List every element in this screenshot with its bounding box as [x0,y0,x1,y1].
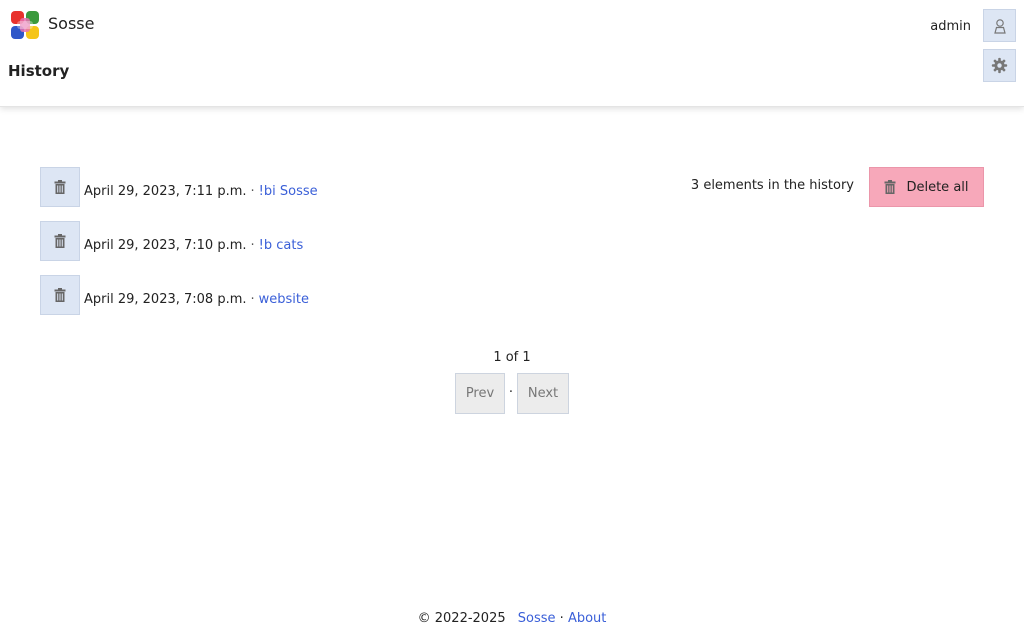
pagination-info: 1 of 1 [493,350,531,365]
history-count: 3 elements in the history [690,178,854,193]
history-date: April 29, 2023, 7:08 p.m. [84,292,247,307]
history-entry-text: April 29, 2023, 7:11 p.m. · !bi Sosse [84,184,318,200]
pagination-separator: · [508,385,514,400]
history-entry: April 29, 2023, 7:08 p.m. · website [40,275,309,315]
prev-page-button[interactable]: Prev [455,373,505,414]
delete-entry-button[interactable] [40,221,80,261]
history-entry: April 29, 2023, 7:10 p.m. · !b cats [40,221,303,261]
delete-all-button[interactable]: Delete all [869,167,984,207]
user-menu-button[interactable] [983,9,1016,42]
history-date: April 29, 2023, 7:10 p.m. [84,238,247,253]
history-query-link[interactable]: website [259,292,309,307]
trash-icon [54,180,66,194]
sosse-logo-icon[interactable] [8,8,42,42]
trash-icon [884,180,896,194]
gear-icon [991,57,1008,74]
username-label: admin [930,19,971,34]
trash-icon [54,288,66,302]
separator: · [250,184,255,199]
delete-entry-button[interactable] [40,167,80,207]
footer-sosse-link[interactable]: Sosse [518,611,556,626]
footer-separator: · [559,611,564,626]
next-page-button[interactable]: Next [517,373,569,414]
history-entry-text: April 29, 2023, 7:10 p.m. · !b cats [84,238,303,254]
trash-icon [54,234,66,248]
top-bar: Sosse History admin [0,0,1024,107]
history-entry: April 29, 2023, 7:11 p.m. · !bi Sosse [40,167,318,207]
history-query-link[interactable]: !bi Sosse [259,184,318,199]
settings-button[interactable] [983,49,1016,82]
page-title: History [8,62,70,80]
footer: © 2022-2025 Sosse · About [0,611,1024,626]
separator: · [250,238,255,253]
delete-all-label: Delete all [906,179,969,195]
copyright-text: © 2022-2025 [417,611,506,626]
delete-entry-button[interactable] [40,275,80,315]
separator: · [250,292,255,307]
history-query-link[interactable]: !b cats [259,238,304,253]
app-name[interactable]: Sosse [48,14,94,33]
footer-about-link[interactable]: About [568,611,606,626]
user-icon [993,18,1006,34]
history-entry-text: April 29, 2023, 7:08 p.m. · website [84,292,309,308]
history-date: April 29, 2023, 7:11 p.m. [84,184,247,199]
